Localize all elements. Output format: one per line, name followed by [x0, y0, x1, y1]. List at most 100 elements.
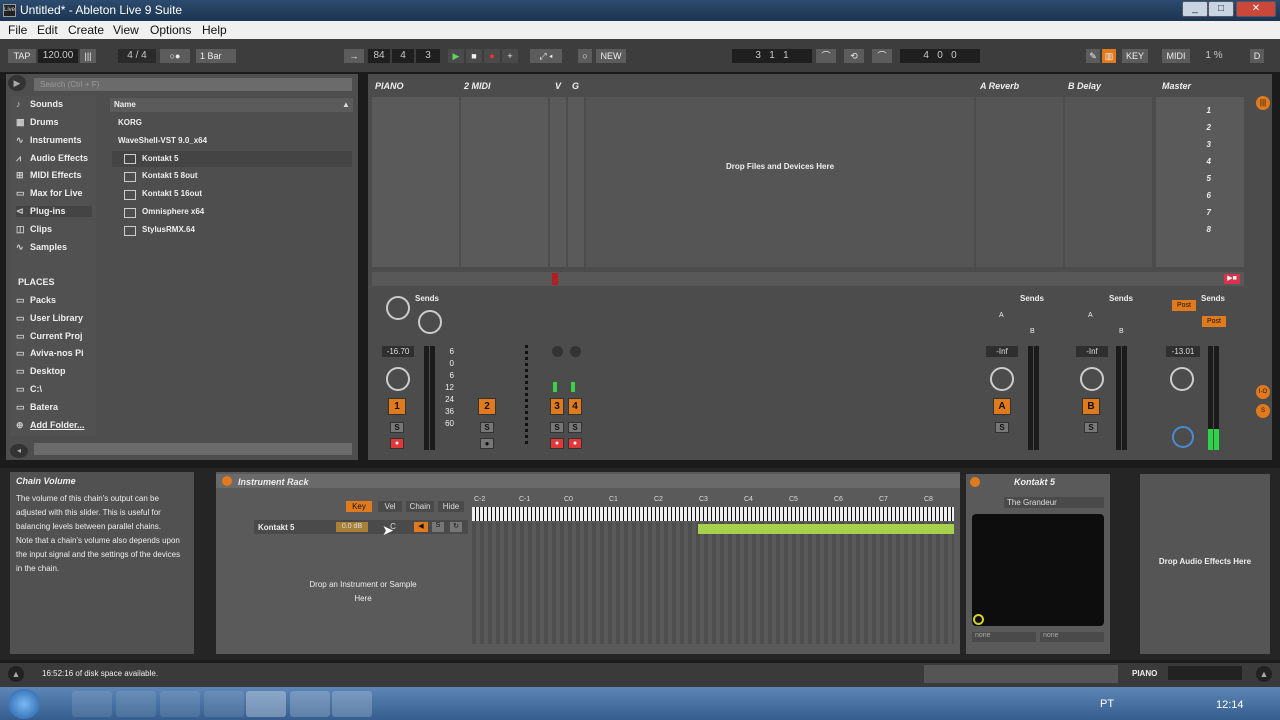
mixer-toggle-icon[interactable]: ||| [1256, 96, 1270, 110]
v-clip-slots[interactable] [550, 97, 566, 267]
drop-area[interactable] [586, 97, 974, 267]
explorer-icon[interactable] [116, 691, 156, 717]
post-button[interactable]: Post [1202, 316, 1226, 327]
scene-3[interactable]: 3 [1195, 136, 1211, 153]
plugin-power-icon[interactable] [970, 477, 980, 487]
solo-button[interactable]: S [995, 422, 1009, 433]
chain-solo-button[interactable]: S [432, 522, 444, 532]
key-map-button[interactable]: KEY [1122, 49, 1148, 63]
media-player-icon[interactable] [72, 691, 112, 717]
chain-select-tab[interactable]: Chain [406, 501, 434, 512]
stop-icon[interactable]: ■ [466, 49, 482, 63]
menu-create[interactable]: Create [68, 23, 104, 37]
sort-arrow-icon[interactable]: ▲ [342, 100, 350, 109]
track-title-midi[interactable]: 2 MIDI [464, 81, 491, 95]
place-aviva[interactable]: ▭ Aviva-nos Pi [16, 348, 84, 359]
preview-toggle-icon[interactable]: ◂ [10, 444, 28, 458]
track-overview[interactable] [1168, 666, 1242, 680]
pan-knob[interactable] [386, 367, 410, 391]
key-zone-tab[interactable]: Key [346, 501, 372, 512]
position-beat[interactable]: 4 [392, 49, 414, 63]
metronome-icon[interactable]: ○● [160, 49, 190, 63]
scene-7[interactable]: 7 [1195, 204, 1211, 221]
key-zone-keyboard[interactable] [472, 507, 954, 521]
menu-file[interactable]: File [8, 23, 27, 37]
piano-volume-display[interactable]: -16.70 [382, 346, 414, 357]
meter-field[interactable]: 4 / 4 [118, 49, 156, 63]
track-activator-3[interactable]: 3 [550, 398, 564, 415]
ie-icon[interactable] [160, 691, 200, 717]
post-button[interactable]: Post [1172, 300, 1196, 311]
solo-button[interactable]: S [568, 422, 582, 433]
solo-button[interactable]: S [1084, 422, 1098, 433]
xy-pad[interactable] [972, 514, 1104, 626]
place-desktop[interactable]: ▭ Desktop [16, 366, 66, 377]
start-button[interactable] [8, 689, 40, 719]
automation-icon[interactable]: ⤢ ◂ [530, 49, 562, 63]
camtasia-icon[interactable] [290, 691, 330, 717]
overdub-icon[interactable]: + [502, 49, 518, 63]
preview-bar[interactable] [34, 443, 352, 455]
scene-8[interactable]: 8 [1195, 221, 1211, 238]
file-item-selected[interactable]: Kontakt 5 [112, 151, 352, 167]
stop-all-clips-icon[interactable]: ▶■ [1224, 274, 1240, 284]
track-activator-2[interactable]: 2 [478, 398, 496, 415]
send-a-knob[interactable] [386, 296, 410, 320]
track-activator-4[interactable]: 4 [568, 398, 582, 415]
preset-field[interactable]: The Grandeur [1004, 497, 1104, 508]
sends-toggle-icon[interactable]: S [1256, 404, 1270, 418]
arm-button[interactable]: ● [568, 438, 582, 449]
menu-edit[interactable]: Edit [37, 23, 58, 37]
solo-button[interactable]: S [390, 422, 404, 433]
live-taskbar-icon[interactable] [246, 691, 286, 717]
stop-clip-indicator[interactable] [552, 273, 558, 285]
menu-help[interactable]: Help [202, 23, 227, 37]
add-folder-button[interactable]: ⊕ Add Folder... [16, 420, 85, 431]
column-header-name[interactable]: Name [110, 98, 353, 112]
category-audio-effects[interactable]: ⩘ Audio Effects [16, 153, 88, 164]
detail-toggle-icon[interactable]: ▲ [1256, 666, 1272, 682]
arm-button[interactable]: ● [550, 438, 564, 449]
chain-volume-slider[interactable]: 0.0 dB [336, 522, 368, 532]
category-sounds[interactable]: ♪ Sounds [16, 99, 63, 109]
category-max-for-live[interactable]: ▭ Max for Live [16, 188, 83, 199]
hide-tab[interactable]: Hide [438, 501, 464, 512]
file-item[interactable]: Kontakt 5 8out [112, 168, 352, 184]
scene-4[interactable]: 4 [1195, 153, 1211, 170]
loop-length-field[interactable]: 4 0 0 [900, 49, 980, 63]
key-zone-bar[interactable] [698, 524, 954, 534]
pan-knob[interactable] [1170, 367, 1194, 391]
place-batera[interactable]: ▭ Batera [16, 402, 58, 413]
master-volume-display[interactable]: -13.01 [1166, 346, 1200, 357]
info-toggle-icon[interactable]: ▲ [8, 666, 24, 682]
nudge-icon[interactable]: ||| [80, 49, 96, 63]
chrome-icon[interactable] [204, 691, 244, 717]
category-midi-effects[interactable]: ⊞ MIDI Effects [16, 170, 82, 181]
category-clips[interactable]: ◫ Clips [16, 224, 52, 235]
computer-keyboard-icon[interactable]: ▥ [1102, 49, 1116, 63]
send-b-knob[interactable] [418, 310, 442, 334]
rack-power-icon[interactable] [222, 476, 232, 486]
track-title-g[interactable]: G [572, 81, 579, 95]
track-title-piano[interactable]: PIANO [375, 81, 404, 95]
solo-button[interactable]: S [480, 422, 494, 433]
file-item[interactable]: Omnisphere x64 [112, 204, 352, 220]
io-toggle-icon[interactable]: I·O [1256, 385, 1270, 399]
arm-button[interactable]: ● [480, 438, 494, 449]
delay-volume-display[interactable]: -Inf [1076, 346, 1108, 357]
chain-hotswap-icon[interactable]: ↻ [450, 522, 462, 532]
category-plug-ins[interactable]: ⊲ Plug-ins [16, 206, 92, 217]
minimize-button[interactable]: _ [1182, 1, 1208, 17]
return-title-reverb[interactable]: A Reverb [980, 81, 1019, 95]
loop-start-field[interactable]: 3 1 1 [732, 49, 812, 63]
midi-clip-slots[interactable] [461, 97, 548, 267]
punch-out-icon[interactable]: ⌒ [872, 49, 892, 63]
loop-switch-icon[interactable]: ⟲ [844, 49, 864, 63]
menu-view[interactable]: View [113, 23, 139, 37]
position-bar[interactable]: 84 [368, 49, 390, 63]
pan-knob[interactable] [990, 367, 1014, 391]
category-drums[interactable]: ▦ Drums [16, 117, 59, 128]
category-samples[interactable]: ∿ Samples [16, 242, 67, 253]
position-sixteenth[interactable]: 3 [416, 49, 440, 63]
place-current-project[interactable]: ▭ Current Proj [16, 331, 83, 342]
